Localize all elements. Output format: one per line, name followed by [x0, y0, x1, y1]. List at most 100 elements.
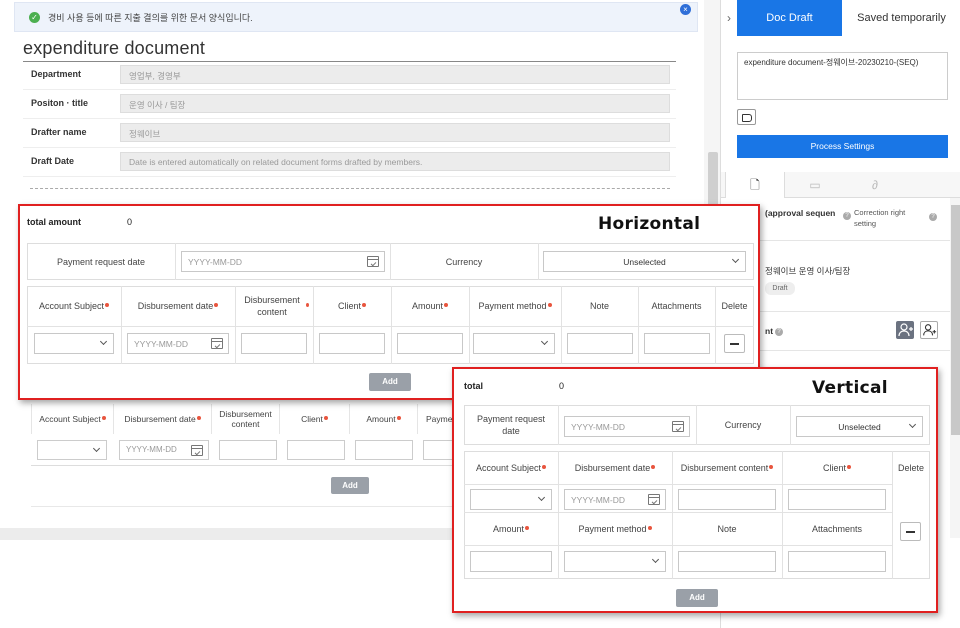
header-account-subject: Account Subject	[464, 451, 558, 484]
tab-saved-temporarily[interactable]: Saved temporarily	[842, 0, 960, 36]
status-badge: Draft	[765, 282, 795, 295]
total-amount-label: total amount	[27, 217, 81, 227]
divider	[790, 405, 791, 445]
header-disbursement-date: Disbursement date	[558, 451, 672, 484]
help-icon[interactable]: ?	[843, 212, 851, 220]
add-row-button[interactable]: Add	[369, 373, 411, 391]
currency-select[interactable]: Unselected	[796, 416, 923, 437]
close-icon[interactable]: ×	[680, 4, 691, 15]
attachment-icon[interactable]: ∂	[845, 172, 905, 198]
payment-request-date-label: Payment request date	[56, 256, 146, 267]
chevron-down-icon	[537, 493, 546, 502]
field-department: Department 영업부, 경영부	[23, 61, 676, 90]
calendar-icon	[648, 494, 660, 505]
bg-payment-select[interactable]	[423, 440, 453, 460]
bg-header: Amount	[349, 404, 417, 434]
field-value: 운영 이사 / 팀장	[120, 94, 670, 113]
notice-text: 경비 사용 등에 따른 지출 결의를 위한 문서 양식입니다.	[48, 12, 253, 23]
divider	[558, 405, 559, 445]
bg-add-button[interactable]: Add	[331, 477, 369, 494]
document-icon[interactable]: 🗋	[725, 172, 785, 198]
tab-doc-draft[interactable]: Doc Draft	[737, 0, 842, 36]
note-input[interactable]	[567, 333, 633, 354]
amount-input[interactable]	[397, 333, 463, 354]
field-value: Date is entered automatically on related…	[120, 152, 670, 171]
chevron-right-icon[interactable]: ›	[721, 0, 737, 36]
header-disbursement-content: Disbursement content	[235, 286, 313, 326]
header-disbursement-date: Disbursement date	[121, 286, 235, 326]
total-amount-value: 0	[127, 217, 133, 227]
approver-name: 정웨이브 운영 이사/팀장	[765, 266, 851, 276]
payment-method-select[interactable]	[473, 333, 555, 354]
currency-selected-value: Unselected	[838, 422, 881, 432]
bg-header: Account Subject	[31, 404, 113, 434]
tag-icon[interactable]	[737, 109, 756, 125]
amount-input[interactable]	[470, 551, 552, 572]
payment-request-date-label: Payment request date	[476, 414, 546, 436]
calendar-icon	[211, 338, 223, 349]
help-icon[interactable]: ?	[929, 213, 937, 221]
vertical-label: Vertical	[812, 378, 888, 398]
help-icon[interactable]: ?	[775, 328, 783, 336]
correction-right-setting[interactable]: Correction right setting	[854, 207, 922, 229]
currency-label: Currency	[724, 420, 762, 430]
disbursement-date-input[interactable]: YYYY-MM-DD	[127, 333, 229, 354]
bg-header: Disbursement content	[211, 404, 279, 434]
bg-account-select[interactable]	[37, 440, 107, 460]
add-reference-icon[interactable]	[920, 321, 938, 339]
header-amount: Amount	[391, 286, 469, 326]
disbursement-content-input[interactable]	[241, 333, 307, 354]
field-value: 영업부, 경영부	[120, 65, 670, 84]
client-input[interactable]	[319, 333, 385, 354]
payment-request-date-input[interactable]: YYYY-MM-DD	[564, 416, 690, 437]
payment-request-date-input[interactable]: YYYY-MM-DD	[181, 251, 385, 272]
date-placeholder: YYYY-MM-DD	[571, 495, 625, 505]
bg-client-input[interactable]	[287, 440, 345, 460]
approval-sequence-header: (approval sequen	[765, 208, 836, 218]
header-payment-method: Payment method	[469, 286, 561, 326]
field-draft-date: Draft Date Date is entered automatically…	[23, 148, 676, 177]
header-client: Client	[313, 286, 391, 326]
bg-header: Client	[279, 404, 349, 434]
calendar-icon	[191, 445, 203, 456]
panel-scrollbar-thumb[interactable]	[951, 205, 960, 435]
header-attachments: Attachments	[811, 523, 863, 534]
delete-row-button[interactable]	[724, 334, 745, 353]
divider	[464, 484, 892, 485]
date-placeholder: YYYY-MM-DD	[126, 445, 177, 454]
note-input[interactable]	[678, 551, 776, 572]
currency-select[interactable]: Unselected	[543, 251, 746, 272]
divider	[464, 545, 892, 546]
header-delete: Delete	[897, 462, 924, 473]
bg-header: Payme	[417, 404, 457, 434]
header-delete: Delete	[721, 301, 748, 311]
total-label: total	[464, 381, 483, 391]
divider	[538, 243, 539, 280]
header-note: Note	[717, 523, 737, 534]
total-value: 0	[559, 381, 565, 391]
bg-amount-input[interactable]	[355, 440, 413, 460]
header-attachments: Attachments	[651, 301, 702, 311]
chevron-down-icon	[651, 555, 660, 564]
client-input[interactable]	[788, 489, 886, 510]
document-name-field[interactable]: expenditure document-정웨이브-20230210-(SEQ)	[737, 52, 948, 100]
payment-method-select[interactable]	[564, 551, 666, 572]
delete-row-button[interactable]	[900, 522, 921, 541]
add-row-button[interactable]: Add	[676, 589, 718, 607]
disbursement-content-input[interactable]	[678, 489, 776, 510]
calendar-icon	[367, 256, 379, 267]
bg-content-input[interactable]	[219, 440, 277, 460]
currency-selected-value: Unselected	[623, 257, 666, 267]
bg-date-input[interactable]: YYYY-MM-DD	[119, 440, 209, 460]
date-placeholder: YYYY-MM-DD	[134, 339, 188, 349]
account-subject-select[interactable]	[470, 489, 552, 510]
comment-icon[interactable]: ▭	[785, 172, 845, 198]
attachments-input[interactable]	[788, 551, 886, 572]
account-subject-select[interactable]	[34, 333, 114, 354]
add-person-icon[interactable]	[896, 321, 914, 339]
process-settings-button[interactable]: Process Settings	[737, 135, 948, 158]
header-amount: Amount	[464, 512, 558, 545]
field-label: Draft Date	[31, 156, 75, 166]
disbursement-date-input[interactable]: YYYY-MM-DD	[564, 489, 666, 510]
attachments-input[interactable]	[644, 333, 710, 354]
